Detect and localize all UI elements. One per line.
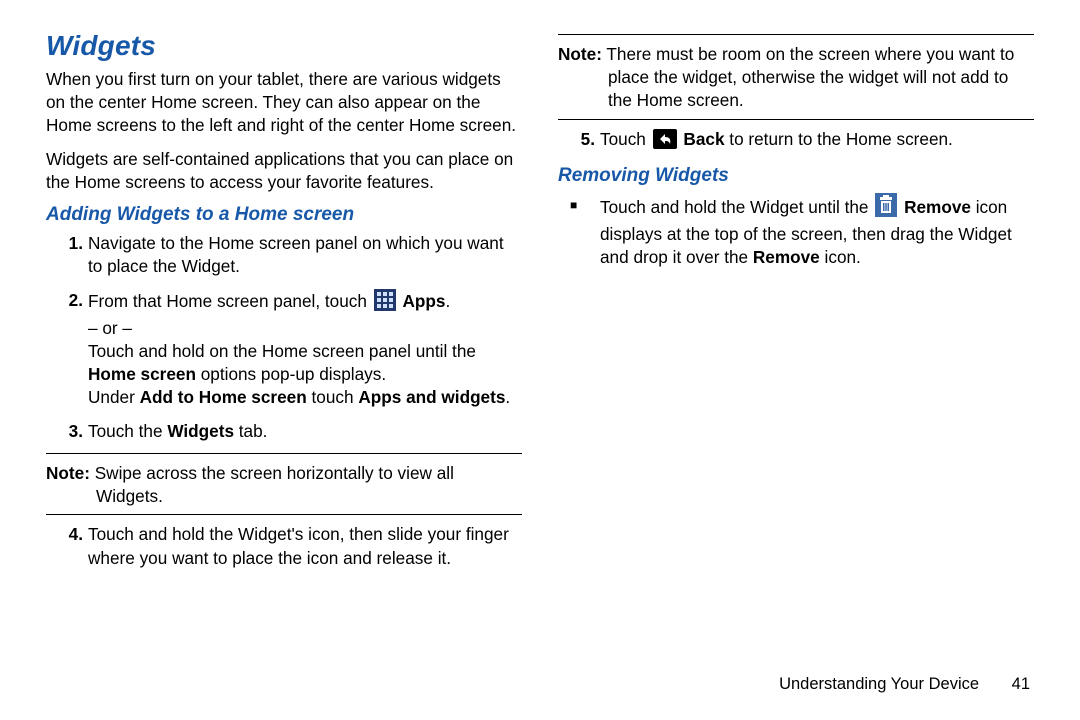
widgets-tab-bold: Widgets	[167, 421, 234, 441]
home-screen-bold: Home screen	[88, 364, 196, 384]
text: options pop-up displays.	[196, 364, 386, 384]
apps-grid-icon	[374, 289, 396, 317]
subheading-removing-widgets: Removing Widgets	[558, 165, 1034, 187]
step-number: 5.	[570, 128, 595, 151]
apps-and-widgets-bold: Apps and widgets	[358, 387, 505, 407]
note-text: There must be room on the screen where y…	[602, 44, 1014, 110]
step-number: 1.	[58, 232, 83, 255]
note-label: Note:	[558, 44, 602, 64]
remove-bold-2: Remove	[753, 247, 820, 267]
text: tab.	[234, 421, 267, 441]
text: touch	[307, 387, 359, 407]
divider	[558, 34, 1034, 35]
back-label-bold: Back	[683, 129, 724, 149]
subheading-adding-widgets: Adding Widgets to a Home screen	[46, 204, 522, 226]
right-column: Note: There must be room on the screen w…	[558, 30, 1034, 580]
step-text: Touch the Widgets tab.	[88, 420, 522, 443]
adding-widgets-steps-cont: 4. Touch and hold the Widget's icon, the…	[46, 523, 522, 569]
manual-page: Widgets When you first turn on your tabl…	[0, 0, 1080, 720]
left-column: Widgets When you first turn on your tabl…	[46, 30, 522, 580]
intro-paragraph-2: Widgets are self-contained applications …	[46, 148, 522, 194]
add-to-home-screen-bold: Add to Home screen	[140, 387, 307, 407]
remove-text: Touch and hold the Widget until the	[600, 193, 1034, 270]
note-swipe-widgets: Note: Swipe across the screen horizontal…	[46, 462, 522, 508]
divider	[46, 514, 522, 515]
step-3: 3. Touch the Widgets tab.	[46, 420, 522, 443]
step-text: From that Home screen panel, touch	[88, 289, 522, 410]
note-label: Note:	[46, 463, 90, 483]
back-icon	[653, 129, 677, 155]
intro-paragraph-1: When you first turn on your tablet, ther…	[46, 68, 522, 138]
steps-continued: 5. Touch Back to return to the Home scre…	[558, 128, 1034, 155]
text: .	[445, 291, 450, 311]
text: From that Home screen panel, touch	[88, 291, 372, 311]
two-column-layout: Widgets When you first turn on your tabl…	[46, 30, 1034, 580]
text: .	[505, 387, 510, 407]
note-room-on-screen: Note: There must be room on the screen w…	[558, 43, 1034, 113]
text: Touch and hold the Widget until the	[600, 197, 873, 217]
apps-label: Apps	[403, 291, 446, 311]
footer-page-number: 41	[1012, 675, 1030, 694]
text: icon.	[820, 247, 861, 267]
text: to return to the Home screen.	[725, 129, 953, 149]
remove-bold: Remove	[904, 197, 971, 217]
bullet-marker: ■	[570, 193, 577, 217]
page-footer: Understanding Your Device 41	[779, 675, 1030, 694]
step-number: 4.	[58, 523, 83, 546]
removing-widgets-list: ■ Touch and hold the Widget until the	[558, 193, 1034, 270]
remove-trash-icon	[875, 193, 897, 223]
or-divider: – or –	[88, 318, 132, 338]
remove-bullet: ■ Touch and hold the Widget until the	[558, 193, 1034, 270]
text: Touch	[600, 129, 651, 149]
step-text: Touch Back to return to the Home screen.	[600, 128, 1034, 155]
divider	[46, 453, 522, 454]
step-1: 1. Navigate to the Home screen panel on …	[46, 232, 522, 278]
step-2: 2. From that Home screen panel, touch	[46, 289, 522, 410]
step-number: 3.	[58, 420, 83, 443]
text: Under	[88, 387, 140, 407]
step-number: 2.	[58, 289, 83, 312]
text: Touch the	[88, 421, 167, 441]
divider	[558, 119, 1034, 120]
footer-section-title: Understanding Your Device	[779, 675, 979, 693]
step-text: Touch and hold the Widget's icon, then s…	[88, 523, 522, 569]
section-heading-widgets: Widgets	[46, 30, 522, 62]
text: Touch and hold on the Home screen panel …	[88, 341, 476, 361]
adding-widgets-steps: 1. Navigate to the Home screen panel on …	[46, 232, 522, 443]
step-text: Navigate to the Home screen panel on whi…	[88, 232, 522, 278]
step-5: 5. Touch Back to return to the Home scre…	[558, 128, 1034, 155]
step-4: 4. Touch and hold the Widget's icon, the…	[46, 523, 522, 569]
note-text: Swipe across the screen horizontally to …	[90, 463, 454, 506]
